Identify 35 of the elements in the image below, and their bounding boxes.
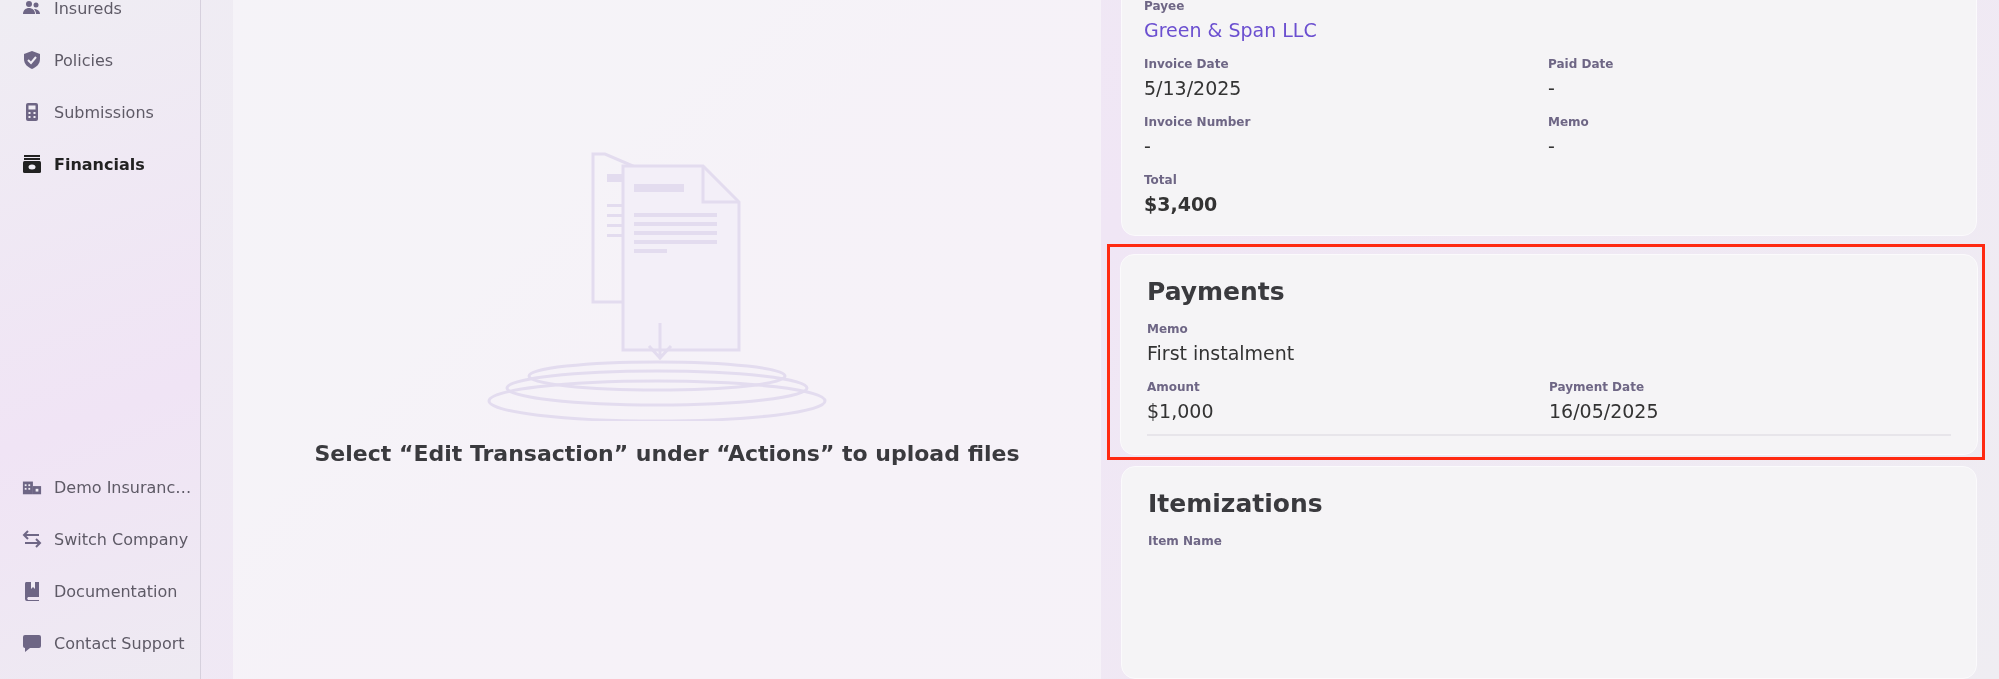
field-label: Memo — [1548, 115, 1590, 129]
swap-arrows-icon — [22, 529, 42, 549]
field-label: Total — [1144, 173, 1178, 187]
card-title: Itemizations — [1148, 489, 1324, 518]
money-icon — [22, 154, 42, 174]
field-value: 16/05/2025 — [1549, 400, 1660, 422]
field-value: - — [1548, 135, 1556, 157]
field-label: Invoice Number — [1144, 115, 1252, 129]
nav-item[interactable]: Submissions — [0, 86, 200, 138]
field-label: Payment Date — [1549, 380, 1646, 394]
card-title: Payments — [1147, 277, 1286, 306]
field-label: Invoice Date — [1144, 57, 1230, 71]
field-label: Amount — [1147, 380, 1201, 394]
upload-instructions: Select “Edit Transaction” under “Actions” to upload files — [314, 441, 1020, 466]
shield-check-icon — [22, 50, 42, 70]
nav-item[interactable]: Contact Support — [0, 617, 200, 669]
book-icon — [22, 581, 42, 601]
nav-item[interactable]: Policies — [0, 34, 200, 86]
nav-item[interactable]: Switch Company — [0, 513, 200, 565]
field-value: - — [1548, 77, 1556, 99]
payee-link[interactable]: Green & Span LLC — [1144, 19, 1952, 41]
nav-item[interactable]: Insureds — [0, 0, 200, 34]
field-value: First instalment — [1147, 342, 1296, 364]
field-label: Memo — [1147, 322, 1189, 336]
total-value: $3,400 — [1144, 193, 1219, 215]
column-label: Item Name — [1148, 534, 1223, 548]
chat-bubble-icon — [22, 633, 42, 653]
nav-item[interactable]: Financials — [0, 138, 200, 190]
field-label: Payee — [1144, 0, 1186, 13]
field-value: 5/13/2025 — [1144, 77, 1243, 99]
field-value: - — [1144, 135, 1152, 157]
field-label: Paid Date — [1548, 57, 1615, 71]
nav-item[interactable]: Demo Insuranc… — [0, 461, 200, 513]
field-value: $1,000 — [1147, 400, 1215, 422]
nav-item[interactable]: Documentation — [0, 565, 200, 617]
